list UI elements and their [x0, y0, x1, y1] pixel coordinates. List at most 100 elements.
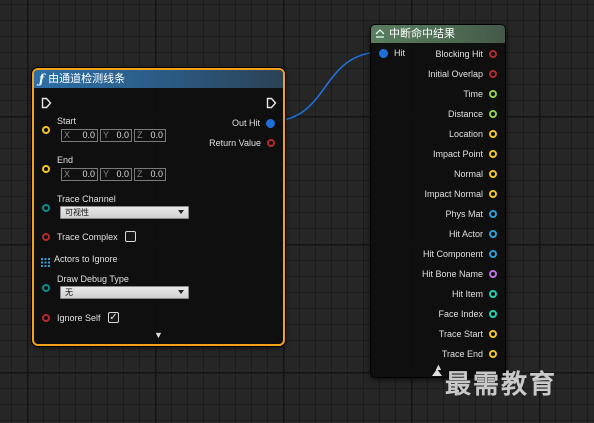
- break-output-pin[interactable]: [489, 130, 497, 138]
- break-output-label: Hit Actor: [448, 229, 483, 239]
- break-output-label: Hit Item: [451, 289, 483, 299]
- break-struct-icon: [375, 29, 385, 38]
- break-output-label: Face Index: [438, 309, 483, 319]
- break-output-pin[interactable]: [489, 150, 497, 158]
- start-pin[interactable]: [42, 126, 50, 134]
- line-trace-by-channel-node[interactable]: ƒ 由通道检测线条 Start X 0.0 Y 0.0 Z 0.0 End X …: [32, 68, 285, 346]
- return-value-label: Return Value: [209, 138, 261, 148]
- trace-channel-value: 可视性: [65, 208, 89, 217]
- trace-channel-dropdown[interactable]: 可视性: [60, 206, 189, 219]
- break-output-label: Blocking Hit: [435, 49, 483, 59]
- watermark-text: 最需教育: [445, 370, 558, 400]
- draw-debug-type-dropdown[interactable]: 无: [60, 286, 189, 299]
- out-hit-label: Out Hit: [231, 118, 260, 128]
- return-value-pin[interactable]: [267, 139, 275, 147]
- break-output-pin[interactable]: [489, 190, 497, 198]
- break-output-pin[interactable]: [489, 210, 497, 218]
- break-output-row: Impact Point: [433, 148, 497, 160]
- start-z-value: 0.0: [150, 130, 163, 140]
- break-output-pin[interactable]: [489, 110, 497, 118]
- break-output-pin[interactable]: [489, 290, 497, 298]
- break-output-label: Hit Component: [422, 249, 483, 259]
- hit-input-label: Hit: [394, 48, 405, 58]
- break-output-pin[interactable]: [489, 170, 497, 178]
- trace-complex-pin[interactable]: [42, 233, 50, 241]
- break-output-row: Hit Bone Name: [422, 268, 497, 280]
- break-output-label: Location: [448, 129, 483, 139]
- break-output-label: Hit Bone Name: [421, 269, 483, 279]
- break-output-label: Time: [463, 89, 483, 99]
- end-pin[interactable]: [42, 165, 50, 173]
- trace-complex-label: Trace Complex: [57, 232, 118, 242]
- trace-complex-checkbox[interactable]: [125, 231, 136, 242]
- end-x-value: 0.0: [82, 169, 95, 179]
- draw-debug-type-label: Draw Debug Type: [57, 274, 129, 284]
- break-output-row: Normal: [454, 168, 497, 180]
- break-output-row: Impact Normal: [424, 188, 497, 200]
- break-output-label: Initial Overlap: [427, 69, 483, 79]
- break-output-pin[interactable]: [489, 90, 497, 98]
- check-icon: ✓: [109, 312, 118, 323]
- break-output-label: Trace Start: [438, 329, 483, 339]
- break-output-pin[interactable]: [489, 330, 497, 338]
- exec-in-pin[interactable]: [41, 97, 52, 109]
- break-output-label: Trace End: [441, 349, 483, 359]
- start-label: Start: [57, 116, 77, 126]
- return-value-row: Return Value: [209, 137, 275, 149]
- start-y-value: 0.0: [116, 130, 129, 140]
- hit-input-pin[interactable]: [379, 49, 388, 58]
- end-z-value: 0.0: [150, 169, 163, 179]
- break-output-row: Trace End: [442, 348, 497, 360]
- chevron-down-icon: [178, 290, 184, 294]
- break-output-label: Distance: [447, 109, 483, 119]
- break-hit-result-node[interactable]: 中断命中结果 Hit Blocking Hit Initial Overlap Ti…: [370, 24, 506, 378]
- break-output-pin[interactable]: [489, 250, 497, 258]
- break-output-pin[interactable]: [489, 350, 497, 358]
- chevron-down-icon: [178, 210, 184, 214]
- end-z-field[interactable]: Z 0.0: [134, 168, 166, 181]
- break-output-row: Distance: [448, 108, 497, 120]
- break-output-pin[interactable]: [489, 70, 497, 78]
- trace-channel-label: Trace Channel: [57, 194, 116, 204]
- end-x-field[interactable]: X 0.0: [61, 168, 98, 181]
- trace-node-title-bar[interactable]: ƒ 由通道检测线条: [34, 70, 283, 88]
- break-output-row: Phys Mat: [445, 208, 497, 220]
- break-output-row: Hit Actor: [449, 228, 497, 240]
- exec-out-pin[interactable]: [266, 97, 277, 109]
- break-output-label: Impact Normal: [424, 189, 483, 199]
- ignore-self-pin[interactable]: [42, 314, 50, 322]
- trace-node-title: 由通道检测线条: [48, 73, 126, 85]
- actors-to-ignore-label: Actors to Ignore: [54, 254, 118, 264]
- draw-debug-type-value: 无: [65, 288, 73, 297]
- break-output-pin[interactable]: [489, 270, 497, 278]
- ignore-self-checkbox[interactable]: ✓: [108, 312, 119, 323]
- end-label: End: [57, 155, 74, 165]
- break-output-label: Phys Mat: [445, 209, 483, 219]
- start-y-field[interactable]: Y 0.0: [100, 129, 132, 142]
- start-x-field[interactable]: X 0.0: [61, 129, 98, 142]
- start-z-field[interactable]: Z 0.0: [134, 129, 166, 142]
- function-icon: ƒ: [39, 72, 45, 86]
- trace-channel-pin[interactable]: [42, 204, 50, 212]
- break-node-title: 中断命中结果: [389, 28, 455, 40]
- out-hit-row: Out Hit: [232, 117, 275, 129]
- array-pin-icon[interactable]: [41, 254, 50, 267]
- expand-arrow-icon[interactable]: ▼: [154, 330, 163, 340]
- break-output-pin[interactable]: [489, 310, 497, 318]
- draw-debug-type-pin[interactable]: [42, 284, 50, 292]
- break-output-pin[interactable]: [489, 50, 497, 58]
- break-node-title-bar[interactable]: 中断命中结果: [371, 25, 505, 43]
- break-output-label: Normal: [453, 169, 483, 179]
- out-hit-pin[interactable]: [266, 118, 275, 128]
- break-output-row: Trace Start: [439, 328, 497, 340]
- break-output-row: Hit Item: [452, 288, 497, 300]
- watermark-triangle-icon: [432, 369, 442, 376]
- break-output-label: Impact Point: [432, 149, 483, 159]
- break-output-row: Initial Overlap: [428, 68, 497, 80]
- break-output-pin[interactable]: [489, 230, 497, 238]
- break-output-row: Blocking Hit: [435, 48, 497, 60]
- ignore-self-label: Ignore Self: [57, 313, 101, 323]
- end-y-field[interactable]: Y 0.0: [100, 168, 132, 181]
- end-y-value: 0.0: [116, 169, 129, 179]
- start-x-value: 0.0: [82, 130, 95, 140]
